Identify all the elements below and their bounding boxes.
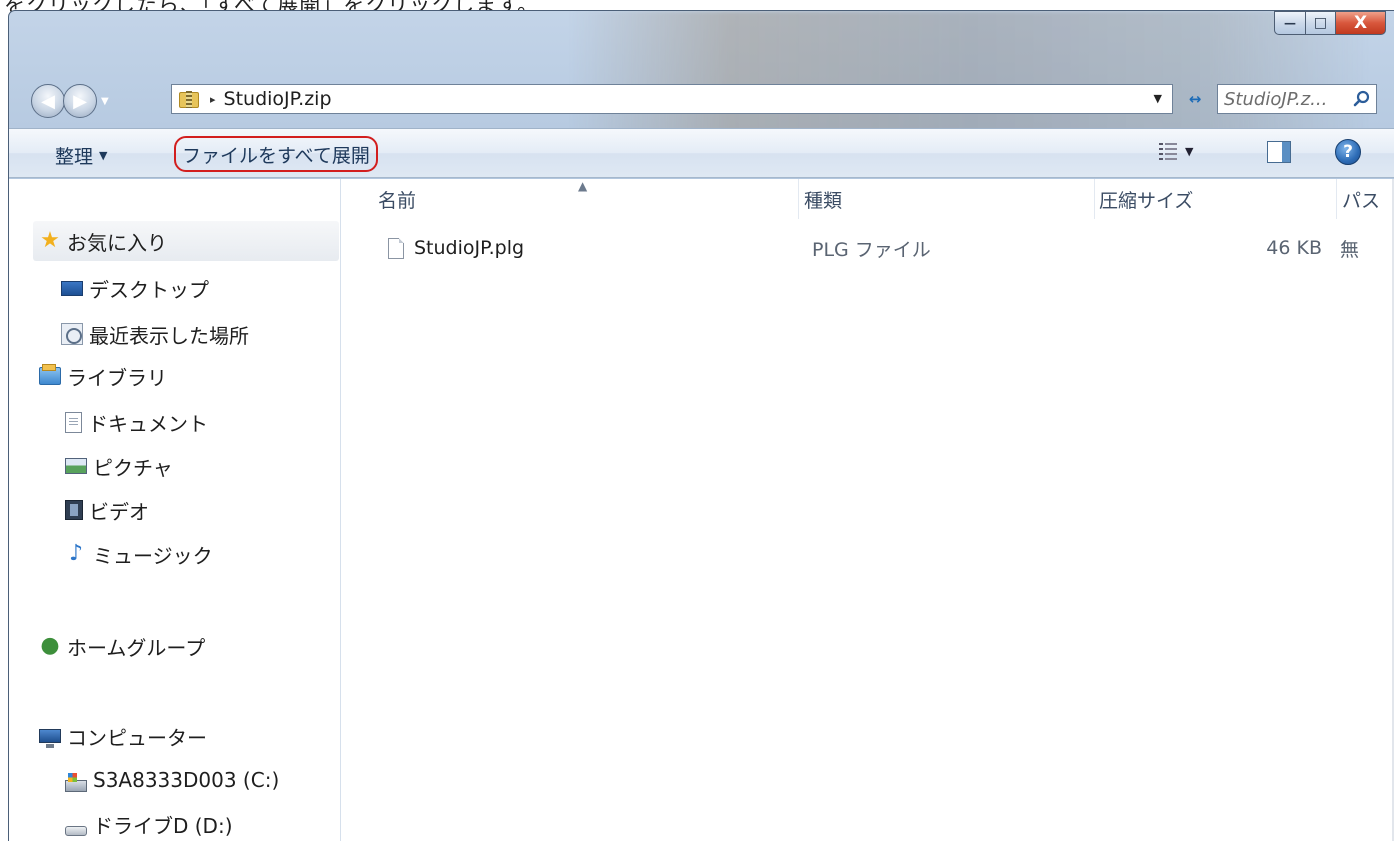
column-header-path[interactable]: パス xyxy=(1342,179,1394,219)
desktop-icon xyxy=(61,280,83,296)
music-icon: ♪ xyxy=(68,541,84,566)
sidebar-item-label: 最近表示した場所 xyxy=(89,323,249,348)
help-icon[interactable]: ? xyxy=(1335,139,1361,165)
maximize-button[interactable]: □ xyxy=(1305,11,1335,35)
file-icon xyxy=(388,237,404,259)
recent-places-icon xyxy=(61,323,83,345)
video-icon xyxy=(65,500,83,520)
sidebar-item-label: ドライブD (D:) xyxy=(93,813,233,838)
navigation-pane: ★ お気に入り デスクトップ 最近表示した場所 ライブラリ ドキュメント ピクチ… xyxy=(9,179,341,841)
file-extra-cell: 無 xyxy=(1340,238,1360,261)
sidebar-item-libraries[interactable]: ライブラリ xyxy=(39,359,167,393)
close-icon: X xyxy=(1353,13,1368,33)
sidebar-item-label: ビデオ xyxy=(89,499,149,524)
sidebar-item-label: ピクチャ xyxy=(93,455,173,480)
zip-folder-icon xyxy=(178,89,200,109)
preview-pane-icon[interactable] xyxy=(1267,141,1291,163)
file-type-cell: PLG ファイル xyxy=(812,238,931,261)
sidebar-item-drive-c[interactable]: S3A8333D003 (C:) xyxy=(65,763,279,797)
sort-ascending-icon: ▲ xyxy=(578,179,588,193)
content-area: ★ お気に入り デスクトップ 最近表示した場所 ライブラリ ドキュメント ピクチ… xyxy=(9,179,1394,841)
document-icon xyxy=(65,411,82,433)
address-history-dropdown[interactable]: ▼ xyxy=(1154,92,1162,105)
window-caption-buttons: — □ X xyxy=(1274,11,1386,35)
sidebar-item-label: コンピューター xyxy=(67,725,207,750)
drive-c-icon xyxy=(65,773,87,792)
refresh-icon: ↔ xyxy=(1188,90,1202,108)
command-bar: 整理 ▼ ファイルをすべて展開 ▼ ? xyxy=(9,128,1394,178)
library-icon xyxy=(39,364,61,385)
minimize-button[interactable]: — xyxy=(1274,11,1305,35)
address-bar[interactable]: ▸ StudioJP.zip ▼ xyxy=(171,84,1173,114)
forward-button[interactable]: ▶ xyxy=(63,84,97,118)
column-header-type[interactable]: 種類 xyxy=(804,179,1094,219)
refresh-button[interactable]: ↔ xyxy=(1181,84,1209,114)
organize-button[interactable]: 整理 ▼ xyxy=(55,142,107,169)
breadcrumb-separator-icon[interactable]: ▸ xyxy=(210,93,216,106)
file-size-cell: 46 KB xyxy=(1266,237,1322,259)
picture-icon xyxy=(65,458,87,474)
computer-icon xyxy=(39,729,61,748)
chevron-down-icon: ▼ xyxy=(99,149,108,162)
organize-label: 整理 xyxy=(55,146,94,168)
star-icon: ★ xyxy=(40,228,60,253)
sidebar-item-desktop[interactable]: デスクトップ xyxy=(61,271,209,305)
column-divider[interactable] xyxy=(798,179,799,219)
sidebar-item-recent-places[interactable]: 最近表示した場所 xyxy=(61,317,249,351)
file-list: 名前 ▲ 種類 圧縮サイズ パス StudioJP.plg PLG ファイル 4… xyxy=(342,179,1394,841)
sidebar-item-drive-d[interactable]: ドライブD (D:) xyxy=(65,807,233,841)
breadcrumb-current[interactable]: StudioJP.zip xyxy=(224,88,332,110)
back-arrow-icon: ◀ xyxy=(41,90,55,112)
sidebar-item-label: ライブラリ xyxy=(67,365,167,390)
aero-glass-background xyxy=(569,11,1369,141)
drive-d-icon xyxy=(65,826,87,836)
column-divider[interactable] xyxy=(1094,179,1095,219)
column-header-compressed-size[interactable]: 圧縮サイズ xyxy=(1099,179,1334,219)
table-row[interactable]: StudioJP.plg PLG ファイル 46 KB 無 xyxy=(342,231,1394,265)
search-placeholder: StudioJP.z... xyxy=(1224,88,1328,110)
close-button[interactable]: X xyxy=(1335,11,1386,35)
recent-pages-dropdown[interactable]: ▼ xyxy=(101,96,109,107)
sidebar-item-label: ドキュメント xyxy=(88,411,208,436)
sidebar-item-label: ホームグループ xyxy=(67,635,206,660)
column-divider[interactable] xyxy=(1336,179,1337,219)
sidebar-item-label: S3A8333D003 (C:) xyxy=(93,768,280,792)
navigation-buttons: ◀ ▶ ▼ xyxy=(31,77,115,125)
sidebar-item-favorites[interactable]: ★ お気に入り xyxy=(33,221,339,261)
extract-all-button[interactable]: ファイルをすべて展開 xyxy=(174,136,378,172)
sidebar-item-pictures[interactable]: ピクチャ xyxy=(65,449,173,483)
minimize-icon: — xyxy=(1284,16,1296,30)
sidebar-item-videos[interactable]: ビデオ xyxy=(65,493,149,527)
sidebar-item-label: お気に入り xyxy=(67,230,167,255)
maximize-icon: □ xyxy=(1313,15,1328,31)
search-input[interactable]: StudioJP.z... xyxy=(1217,84,1377,114)
search-icon[interactable] xyxy=(1353,90,1371,108)
sidebar-item-label: デスクトップ xyxy=(89,277,209,302)
forward-arrow-icon: ▶ xyxy=(73,90,87,112)
chevron-down-icon: ▼ xyxy=(1185,144,1194,158)
views-icon xyxy=(1159,142,1177,160)
sidebar-item-music[interactable]: ♪ ミュージック xyxy=(65,537,213,571)
change-view-button[interactable]: ▼ xyxy=(1159,142,1193,160)
column-header-name[interactable]: 名前 xyxy=(378,179,798,219)
sidebar-item-documents[interactable]: ドキュメント xyxy=(65,405,208,439)
explorer-window: — □ X ◀ ▶ ▼ ▸ StudioJP.zip ▼ ↔ StudioJP.… xyxy=(8,10,1394,841)
file-name-cell: StudioJP.plg xyxy=(388,231,524,265)
homegroup-icon: ● xyxy=(40,633,60,658)
back-button[interactable]: ◀ xyxy=(31,84,65,118)
sidebar-item-label: ミュージック xyxy=(93,543,213,568)
sidebar-item-computer[interactable]: コンピューター xyxy=(39,719,207,753)
sidebar-item-homegroup[interactable]: ● ホームグループ xyxy=(39,629,205,663)
file-name: StudioJP.plg xyxy=(414,237,525,259)
